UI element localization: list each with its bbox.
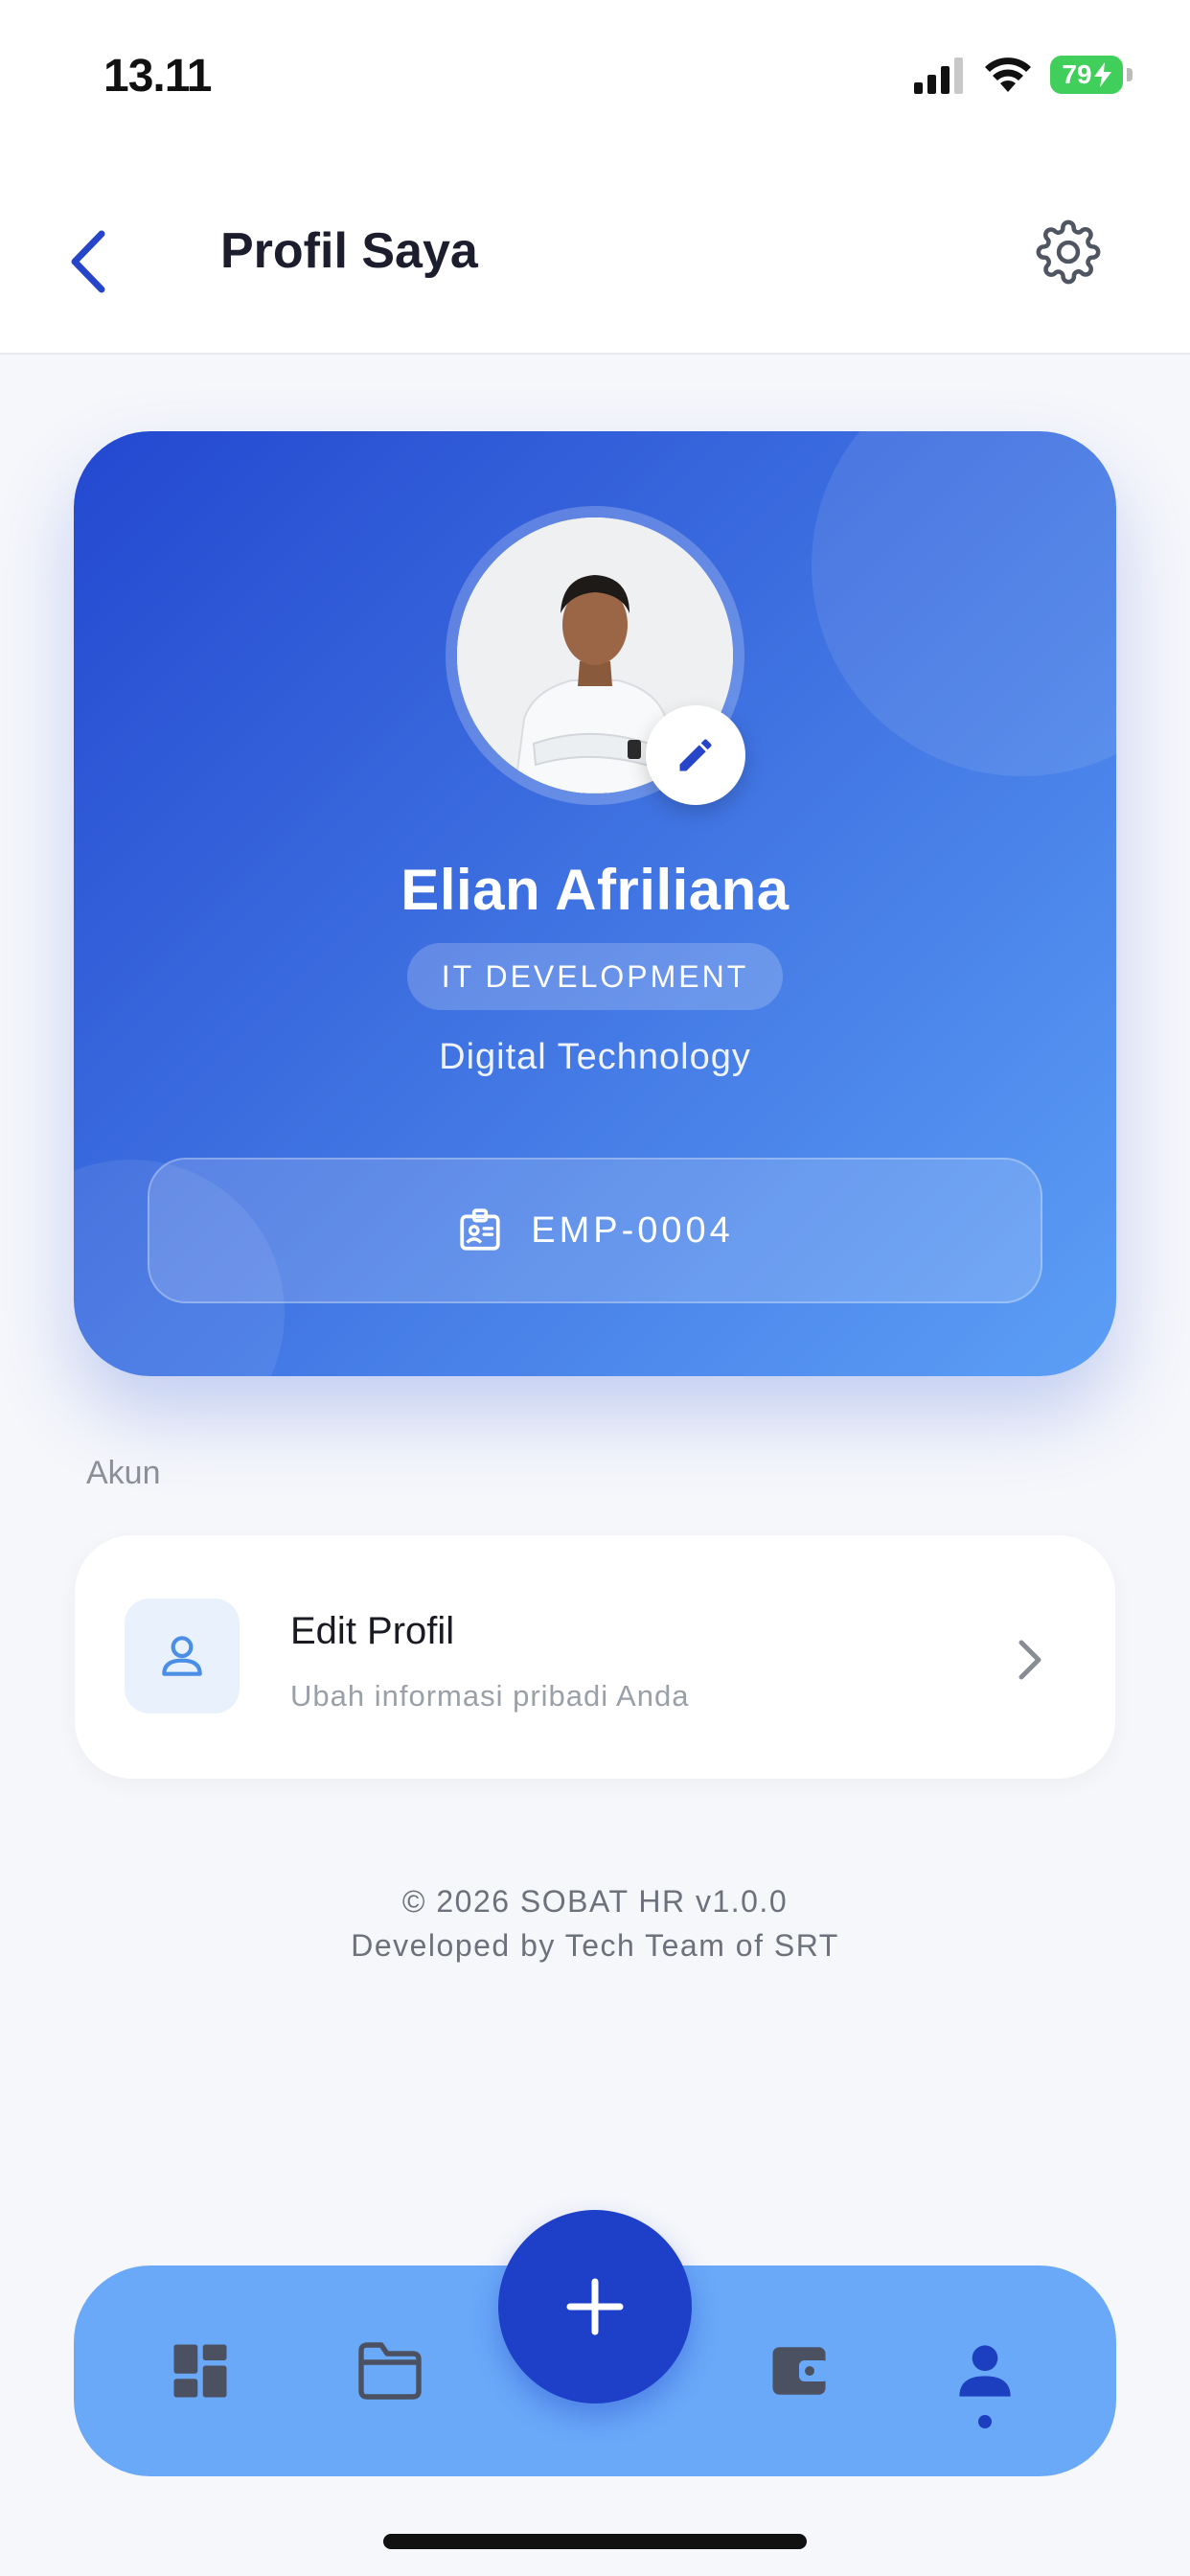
profile-card: Elian Afriliana IT DEVELOPMENT Digital T… <box>74 431 1116 1376</box>
division-label: Digital Technology <box>439 1037 751 1077</box>
nav-dashboard[interactable] <box>152 2323 248 2419</box>
menu-item-title: Edit Profil <box>290 1610 455 1652</box>
chevron-right-icon <box>1006 1631 1054 1689</box>
gear-icon <box>1036 219 1101 285</box>
id-badge-icon <box>460 1208 500 1251</box>
department-badge: IT DEVELOPMENT <box>407 943 783 1010</box>
wallet-icon <box>772 2347 829 2395</box>
settings-button[interactable] <box>1033 217 1104 288</box>
battery-cap <box>1127 68 1133 81</box>
employee-id: EMP-0004 <box>531 1209 734 1251</box>
active-indicator-dot <box>978 2415 992 2428</box>
copyright-text: © 2026 SOBAT HR v1.0.0 <box>401 1884 789 1919</box>
employee-id-box: EMP-0004 <box>148 1158 1042 1303</box>
edit-profile-menu-item[interactable]: Edit Profil Ubah informasi pribadi Anda <box>75 1535 1115 1779</box>
battery-icon: 79 <box>1050 56 1123 94</box>
nav-wallet[interactable] <box>751 2323 847 2419</box>
plus-icon <box>566 2278 624 2335</box>
back-button[interactable] <box>59 218 117 305</box>
dashboard-icon <box>173 2344 227 2398</box>
charging-bolt-icon <box>1093 62 1111 87</box>
pencil-icon <box>679 739 712 771</box>
person-icon <box>959 2345 1011 2397</box>
profile-screen: 13.11 79 Profil Saya Elian Afriliana IT … <box>0 0 1190 2576</box>
battery-level: 79 <box>1062 59 1092 89</box>
section-label-akun: Akun <box>86 1455 161 1491</box>
status-bar: 13.11 79 <box>0 0 1190 153</box>
cellular-signal-icon <box>914 58 963 94</box>
edit-photo-button[interactable] <box>646 705 745 805</box>
home-indicator[interactable] <box>383 2534 807 2549</box>
profile-name: Elian Afriliana <box>400 858 790 922</box>
user-icon <box>162 1636 202 1676</box>
menu-item-subtitle: Ubah informasi pribadi Anda <box>290 1679 690 1713</box>
status-time: 13.11 <box>103 51 212 102</box>
menu-icon-box <box>125 1598 240 1714</box>
folder-icon <box>358 2342 422 2400</box>
chevron-left-icon <box>71 230 105 293</box>
decorative-circle <box>812 431 1116 776</box>
developer-credit: Developed by Tech Team of SRT <box>351 1928 839 1963</box>
status-indicators: 79 <box>912 56 1133 94</box>
add-button[interactable] <box>498 2210 692 2404</box>
nav-documents[interactable] <box>342 2323 438 2419</box>
wifi-icon <box>985 58 1031 92</box>
app-header: Profil Saya <box>0 153 1190 355</box>
nav-profile[interactable] <box>937 2323 1033 2419</box>
page-title: Profil Saya <box>220 223 478 279</box>
